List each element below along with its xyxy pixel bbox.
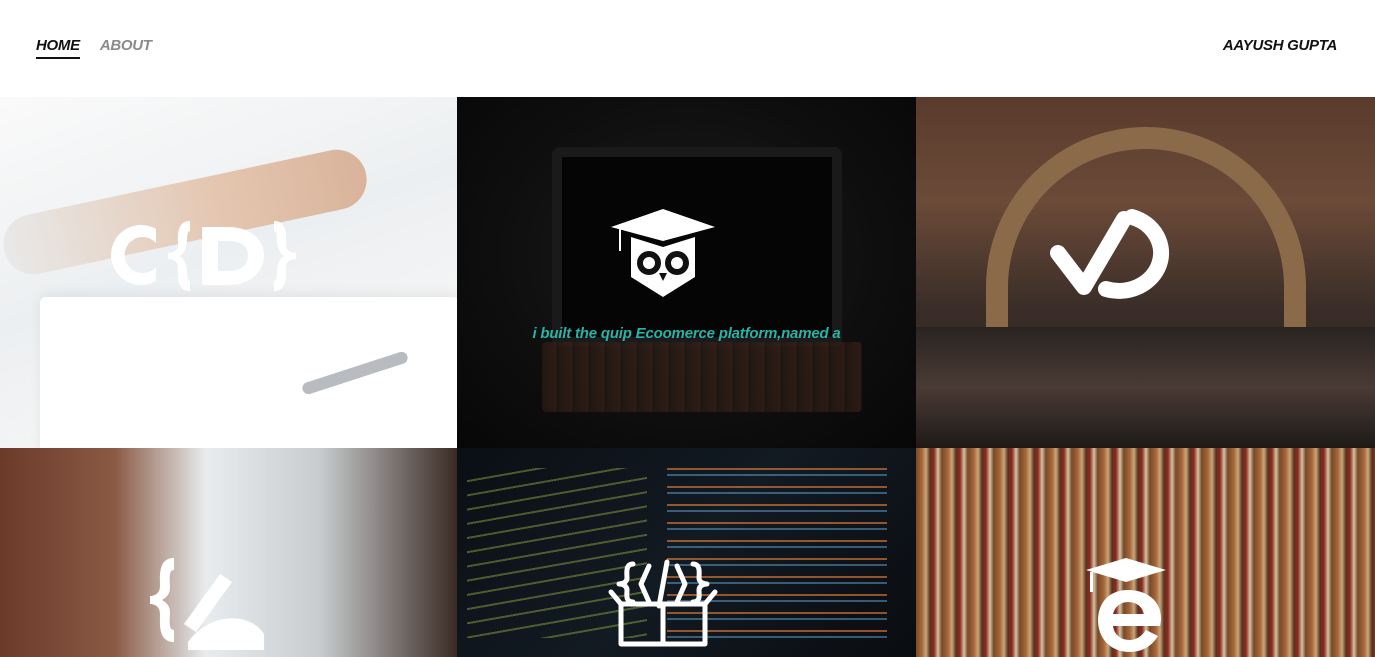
curly-brace-logo-icon <box>150 558 264 650</box>
portfolio-grid: i built the quip Ecoomerce platform,name… <box>0 97 1375 657</box>
tile-caption: i built the quip Ecoomerce platform,name… <box>532 325 841 342</box>
cd-logo-icon <box>111 221 296 291</box>
checkmark-logo-icon <box>1050 209 1170 299</box>
nav-about-link[interactable]: ABOUT <box>100 37 152 59</box>
nav-home-link[interactable]: HOME <box>36 37 80 59</box>
portfolio-tile-code[interactable] <box>457 448 916 657</box>
site-header: HOME ABOUT AAYUSH GUPTA <box>0 0 1375 97</box>
site-brand[interactable]: AAYUSH GUPTA <box>1223 37 1337 54</box>
portfolio-tile-check[interactable] <box>916 97 1375 448</box>
code-box-icon <box>608 559 718 647</box>
graduation-e-icon <box>1086 558 1166 652</box>
tile-background-crowd <box>916 327 1375 448</box>
portfolio-tile-brace[interactable] <box>0 448 457 657</box>
tile-background-keyboard <box>542 342 862 412</box>
owl-graduate-icon <box>611 209 715 297</box>
main-nav: HOME ABOUT <box>36 37 152 59</box>
portfolio-tile-quip[interactable]: i built the quip Ecoomerce platform,name… <box>457 97 916 448</box>
portfolio-tile-cd[interactable] <box>0 97 457 448</box>
portfolio-tile-education[interactable] <box>916 448 1375 657</box>
tile-background-sink <box>40 297 457 448</box>
